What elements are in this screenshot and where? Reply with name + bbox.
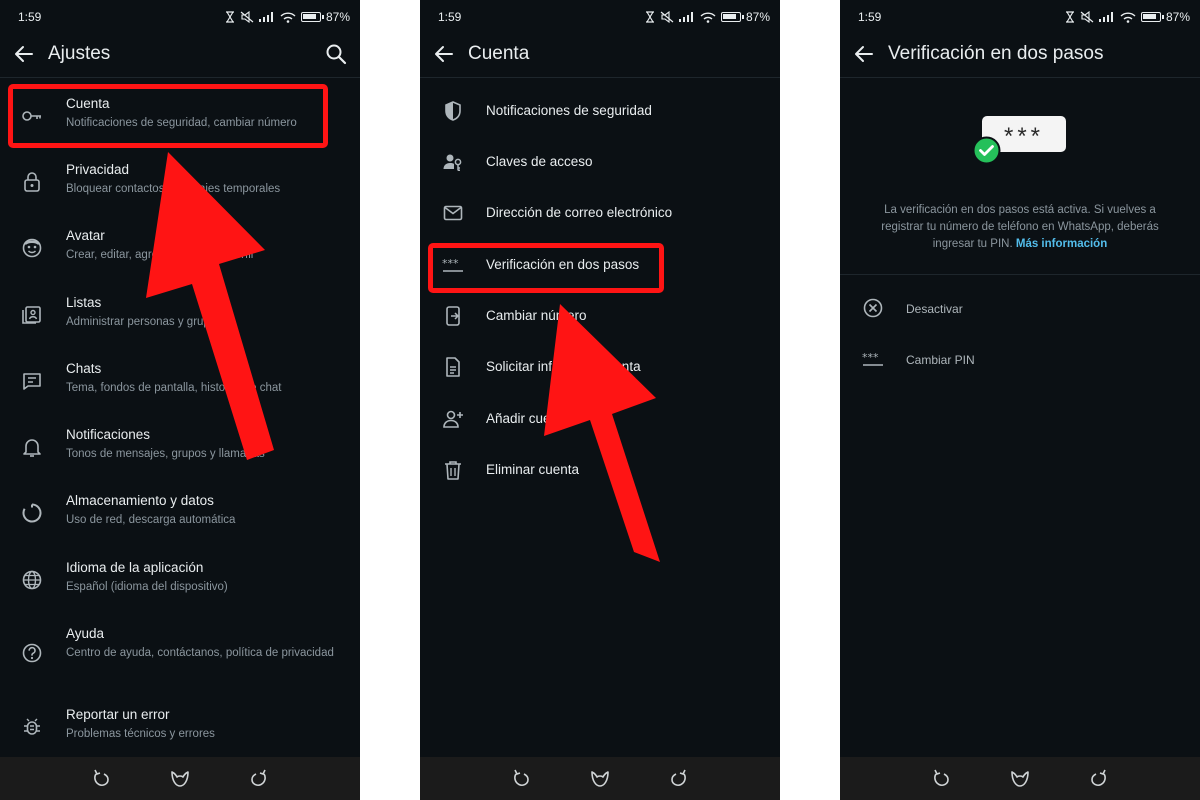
mute-icon [1080, 11, 1094, 23]
battery-percent: 87% [1165, 10, 1190, 24]
status-icons: 87% [1065, 9, 1190, 25]
navigation-bar [840, 757, 1200, 800]
nav-back-icon[interactable] [930, 767, 952, 789]
settings-screen: 1:59 87% Ajustes Cuenta Notificaciones d… [0, 0, 360, 800]
nav-recents-icon[interactable] [1088, 767, 1110, 789]
red-arrow-pointer [544, 304, 660, 562]
svg-text:***: *** [862, 351, 879, 364]
pin-dots-icon: *** [862, 351, 883, 366]
divider [840, 274, 1200, 275]
disable-two-step-button[interactable]: Desactivar [840, 284, 1200, 334]
two-step-verification-screen: 1:59 87% Verificación en dos pasos *** L… [840, 0, 1200, 800]
back-arrow-icon[interactable] [852, 42, 876, 66]
wifi-icon [1120, 12, 1136, 23]
status-bar: 1:59 87% [840, 0, 1200, 34]
change-pin-label: Cambiar PIN [906, 353, 975, 367]
change-pin-button[interactable]: *** Cambiar PIN [840, 335, 1200, 385]
nav-home-icon[interactable] [1009, 767, 1031, 789]
battery-icon [1140, 12, 1164, 22]
page-title: Verificación en dos pasos [888, 43, 1104, 64]
alarm-icon [1065, 11, 1074, 23]
circle-x-icon [863, 298, 883, 318]
status-time: 1:59 [858, 10, 882, 24]
red-arrow-pointer [146, 152, 274, 460]
disable-label: Desactivar [906, 302, 963, 316]
signal-icon [1098, 12, 1113, 22]
two-step-info-text: La verificación en dos pasos está activa… [866, 202, 1174, 253]
more-info-link[interactable]: Más información [1016, 238, 1107, 250]
check-circle-icon [972, 136, 1001, 165]
app-header: Verificación en dos pasos [840, 34, 1200, 78]
account-screen: 1:59 87% Cuenta Notificaciones de seguri… [420, 0, 780, 800]
